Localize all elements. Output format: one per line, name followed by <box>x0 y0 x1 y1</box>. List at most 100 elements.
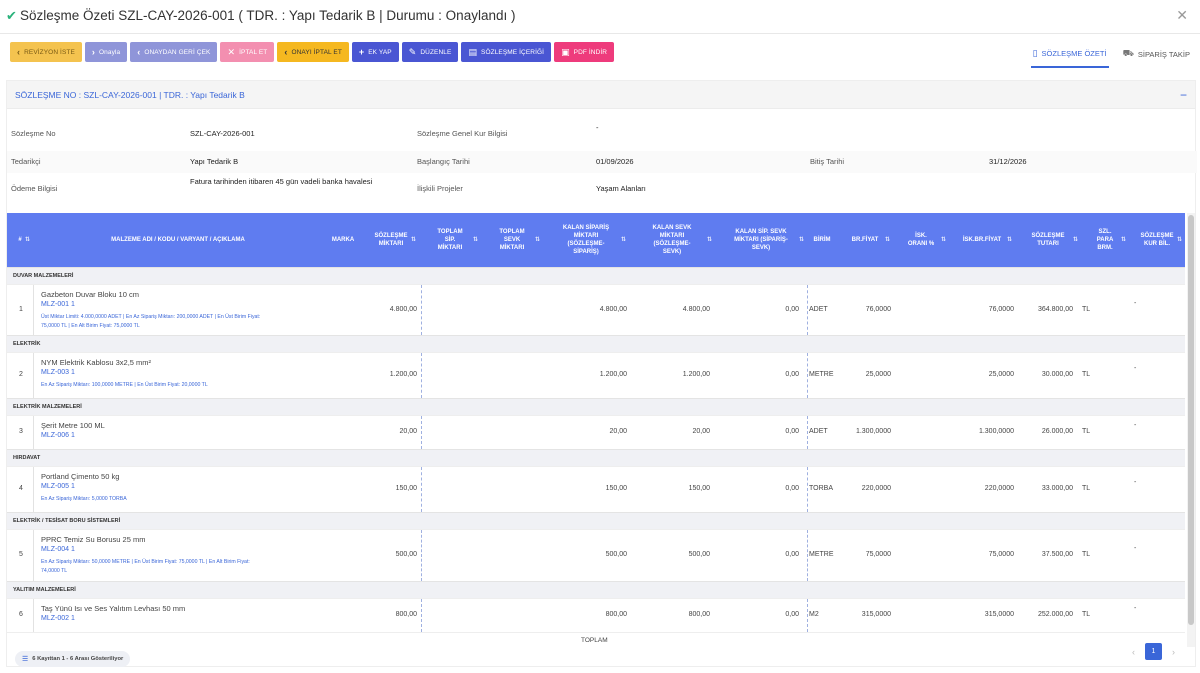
iptal-et-button[interactable]: ✕ İPTAL ET <box>220 42 275 62</box>
material-code-link[interactable]: MLZ-004 1 <box>41 546 75 553</box>
duzenle-button[interactable]: ✎ DÜZENLE <box>401 42 459 62</box>
row-number: 1 <box>19 306 23 313</box>
kalan-siparis: 800,00 <box>605 611 627 618</box>
projeler-label: İlişkili Projeler <box>417 184 463 193</box>
onaydan-geri-cek-button[interactable]: ‹ ONAYDAN GERİ ÇEK <box>130 42 218 62</box>
br-fiyat: 76,0000 <box>865 306 891 313</box>
material-note: En Az Sipariş Miktarı: 100,0000 METRE | … <box>41 382 208 388</box>
collapse-icon[interactable]: − <box>1180 88 1187 102</box>
kalan-sevk: 4.800,00 <box>682 306 710 313</box>
material-code-link[interactable]: MLZ-005 1 <box>41 483 75 490</box>
col-toplam-sevk[interactable]: TOPLAM SEVK MİKTARI ⇅ <box>481 213 543 267</box>
chevron-right-icon: › <box>91 47 95 57</box>
para-birimi: TL <box>1082 551 1091 558</box>
material-code-link[interactable]: MLZ-006 1 <box>41 432 75 439</box>
ek-yap-button[interactable]: + EK YAP <box>351 42 399 62</box>
column-divider <box>421 285 422 335</box>
sozlesme-miktari: 20,00 <box>399 428 417 435</box>
col-toplam-sip[interactable]: TOPLAM SİP. MİKTARI ⇅ <box>419 213 481 267</box>
column-divider <box>807 353 808 398</box>
col-isk-orani[interactable]: İSK. ORANI % ⇅ <box>893 213 949 267</box>
table-row[interactable]: 6 Taş Yünü Isı ve Ses Yalıtım Levhası 50 … <box>7 598 1185 632</box>
sozlesme-tutari: 30.000,00 <box>1041 371 1073 378</box>
br-fiyat: 315,0000 <box>861 611 891 618</box>
col-birim[interactable]: BİRİM <box>807 213 837 267</box>
kalan-sip-sevk: 0,00 <box>785 306 799 313</box>
isk-br-fiyat: 220,0000 <box>984 485 1014 492</box>
col-malzeme[interactable]: MALZEME ADI / KODU / VARYANT / AÇIKLAMA <box>33 213 323 267</box>
sort-icon: ⇅ <box>1072 237 1078 243</box>
page-button-current[interactable]: 1 <box>1145 643 1162 660</box>
material-note: En Az Sipariş Miktarı: 50,0000 METRE | E… <box>41 559 250 565</box>
sort-icon: ⇅ <box>1006 237 1012 243</box>
birim: TORBA <box>809 485 833 492</box>
column-divider <box>33 416 34 449</box>
table-row[interactable]: 3 Şerit Metre 100 ML MLZ-006 1 20,00 20,00 20… <box>7 415 1185 449</box>
table-row[interactable]: 2 NYM Elektrik Kablosu 3x2,5 mm² MLZ-003 1… <box>7 352 1185 398</box>
isk-br-fiyat: 1.300,0000 <box>978 428 1014 435</box>
table-row[interactable]: 1 Gazbeton Duvar Bloku 10 cm MLZ-001 1 Üst … <box>7 284 1185 335</box>
col-sozlesme-miktari[interactable]: SÖZLEŞME MİKTARI ⇅ <box>363 213 419 267</box>
bitis-label: Bitiş Tarihi <box>810 157 845 166</box>
odeme-label: Ödeme Bilgisi <box>11 184 58 193</box>
col-isk-br-fiyat[interactable]: İSK.BR.FİYAT ⇅ <box>949 213 1015 267</box>
table-row[interactable]: 4 Portland Çimento 50 kg MLZ-005 1 En Az Si… <box>7 466 1185 512</box>
col-sozlesme-tutari[interactable]: SÖZLEŞME TUTARI ⇅ <box>1015 213 1081 267</box>
onayla-button[interactable]: › Onayla <box>84 42 128 62</box>
revizyon-iste-button[interactable]: ‹ REVİZYON İSTE <box>10 42 82 62</box>
kalan-sevk: 150,00 <box>688 485 710 492</box>
group-header: ELEKTRİK / TESİSAT BORU SİSTEMLERİ <box>7 512 1185 529</box>
pdf-indir-button[interactable]: ▣ PDF İNDİR <box>554 42 615 62</box>
next-page-icon[interactable]: › <box>1172 647 1175 657</box>
col-para-birimi[interactable]: SZL. PARA BRM. ⇅ <box>1081 213 1129 267</box>
col-kur-bilgisi[interactable]: SÖZLEŞME KUR BİL. ⇅ <box>1129 213 1185 267</box>
birim: ADET <box>809 428 828 435</box>
sort-icon: ⇅ <box>798 237 804 243</box>
col-marka[interactable]: MARKA <box>323 213 363 267</box>
table-row[interactable]: 5 PPRC Temiz Su Borusu 25 mm MLZ-004 1 En A… <box>7 529 1185 581</box>
column-divider <box>33 285 34 335</box>
info-row-2: Tedarikçi Yapı Tedarik B Başlangıç Tarih… <box>7 151 1197 173</box>
col-br-fiyat[interactable]: BR.FİYAT ⇅ <box>837 213 893 267</box>
contract-panel: SÖZLEŞME NO : SZL-CAY-2026-001 | TDR. : … <box>6 80 1197 667</box>
para-birimi: TL <box>1082 371 1091 378</box>
materials-table: # ⇅ MALZEME ADI / KODU / VARYANT / AÇIKLA… <box>7 213 1185 646</box>
kalan-sevk: 20,00 <box>692 428 710 435</box>
material-code-link[interactable]: MLZ-003 1 <box>41 369 75 376</box>
table-scrollbar[interactable] <box>1187 213 1195 647</box>
sozlesme-icerigi-button[interactable]: ▤ SÖZLEŞME İÇERİĞİ <box>461 42 552 62</box>
table-header: # ⇅ MALZEME ADI / KODU / VARYANT / AÇIKLA… <box>7 213 1185 267</box>
column-divider <box>807 416 808 449</box>
sort-icon: ⇅ <box>940 237 946 243</box>
material-code-link[interactable]: MLZ-001 1 <box>41 301 75 308</box>
kalan-sevk: 1.200,00 <box>682 371 710 378</box>
close-icon[interactable]: ✕ <box>1176 7 1188 24</box>
material-code-link[interactable]: MLZ-002 1 <box>41 615 75 622</box>
material-note: 75,0000 TL | En Alt Birim Fiyat: 75,0000… <box>41 323 140 329</box>
col-kalan-sevk[interactable]: KALAN SEVK MİKTARI (SÖZLEŞME-SEVK) ⇅ <box>629 213 715 267</box>
sort-icon: ⇅ <box>1176 237 1182 243</box>
prev-page-icon[interactable]: ‹ <box>1132 647 1135 657</box>
col-kalan-siparis[interactable]: KALAN SİPARİŞ MİKTARI (SÖZLEŞME-SİPARİŞ)… <box>543 213 629 267</box>
col-kalan-sip-sevk[interactable]: KALAN SİP. SEVK MİKTARI (SİPARİŞ-SEVK) ⇅ <box>715 213 807 267</box>
baslangic-label: Başlangıç Tarihi <box>417 157 470 166</box>
tab-siparis-takip[interactable]: ⛟ SİPARİŞ TAKİP <box>1121 40 1192 68</box>
onayi-iptal-et-button[interactable]: ‹ ONAYI İPTAL ET <box>277 42 349 62</box>
total-row: TOPLAM <box>7 632 1185 646</box>
birim: METRE <box>809 371 834 378</box>
sozlesme-tutari: 33.000,00 <box>1041 485 1073 492</box>
col-no[interactable]: # ⇅ <box>7 213 33 267</box>
para-birimi: TL <box>1082 485 1091 492</box>
tab-sozlesme-ozeti[interactable]: ▯ SÖZLEŞME ÖZETİ <box>1030 40 1109 68</box>
panel-header[interactable]: SÖZLEŞME NO : SZL-CAY-2026-001 | TDR. : … <box>7 81 1195 109</box>
kur-bilgisi: - <box>1134 479 1137 486</box>
scrollbar-thumb[interactable] <box>1188 215 1194 625</box>
modal-header: ✔ Sözleşme Özeti SZL-CAY-2026-001 ( TDR.… <box>0 0 1200 34</box>
sozlesme-miktari: 4.800,00 <box>389 306 417 313</box>
para-birimi: TL <box>1082 306 1091 313</box>
kur-bilgisi: - <box>1134 365 1137 372</box>
para-birimi: TL <box>1082 611 1091 618</box>
sozlesme-miktari: 1.200,00 <box>389 371 417 378</box>
isk-br-fiyat: 76,0000 <box>988 306 1014 313</box>
kalan-sip-sevk: 0,00 <box>785 485 799 492</box>
